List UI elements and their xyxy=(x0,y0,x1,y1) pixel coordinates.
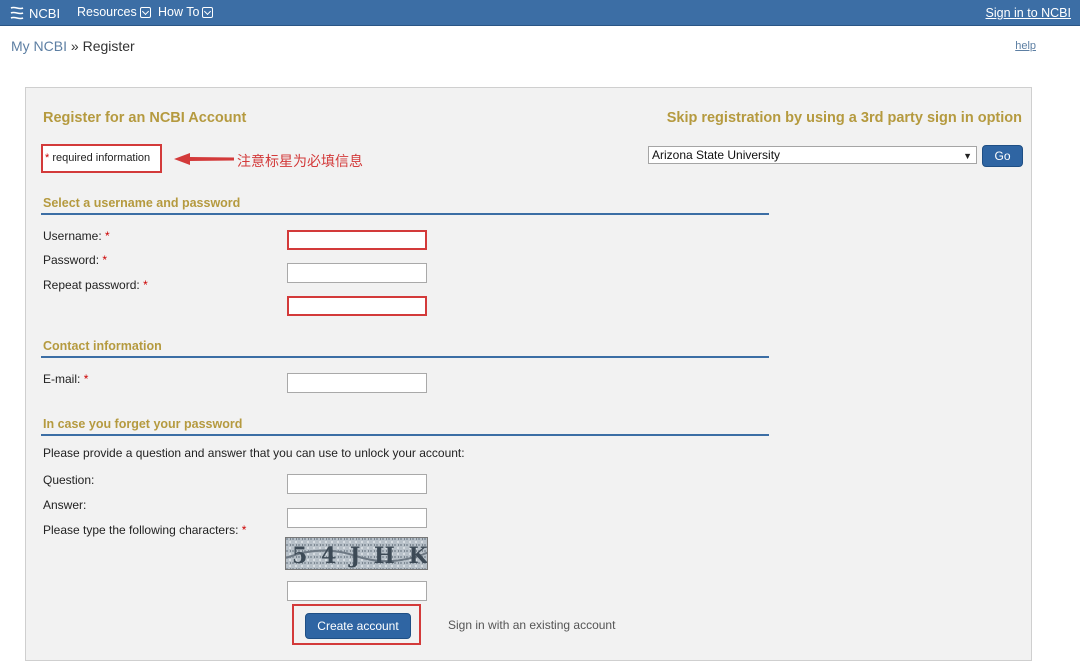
captcha-image: 5 4 J H K xyxy=(285,537,428,570)
required-info-text: required information xyxy=(49,152,151,164)
howto-menu[interactable]: How To xyxy=(158,5,214,19)
sign-in-link[interactable]: Sign in to NCBI xyxy=(986,6,1071,20)
annotation-arrow-icon xyxy=(174,153,234,165)
username-label-text: Username: xyxy=(43,229,102,243)
go-button[interactable]: Go xyxy=(982,145,1023,167)
help-link[interactable]: help xyxy=(1015,40,1036,52)
contact-section-title: Contact information xyxy=(43,339,162,353)
required-star: * xyxy=(241,523,247,537)
recovery-section-title: In case you forget your password xyxy=(43,417,243,431)
breadcrumb-current: Register xyxy=(82,38,135,54)
section-divider xyxy=(41,356,769,358)
section-divider xyxy=(41,213,769,215)
repeat-password-label-text: Repeat password: xyxy=(43,278,140,292)
breadcrumb: My NCBI » Register xyxy=(11,38,135,54)
password-label-text: Password: xyxy=(43,253,100,267)
password-label: Password: * xyxy=(43,253,107,267)
third-party-provider-value: Arizona State University xyxy=(652,148,781,162)
repeat-password-input[interactable] xyxy=(287,296,427,316)
email-input[interactable] xyxy=(287,373,427,393)
section-divider xyxy=(41,434,769,436)
credentials-section-title: Select a username and password xyxy=(43,196,241,210)
required-star: * xyxy=(83,372,89,386)
ncbi-helix-icon xyxy=(10,6,24,20)
captcha-label-text: Please type the following characters: xyxy=(43,523,239,537)
recovery-instructions: Please provide a question and answer tha… xyxy=(43,446,465,460)
third-party-title: Skip registration by using a 3rd party s… xyxy=(666,110,1022,126)
howto-menu-label: How To xyxy=(158,5,200,19)
email-label-text: E-mail: xyxy=(43,372,81,386)
password-input[interactable] xyxy=(287,263,427,283)
third-party-provider-select[interactable]: Arizona State University ▼ xyxy=(648,146,977,164)
chevron-down-icon xyxy=(202,6,214,18)
breadcrumb-my-ncbi[interactable]: My NCBI xyxy=(11,38,67,54)
answer-label: Answer: xyxy=(43,498,87,512)
breadcrumb-separator: » xyxy=(67,38,83,54)
sign-in-existing-link[interactable]: Sign in with an existing account xyxy=(448,618,615,632)
top-navigation-bar: NCBI Resources How To Sign in to NCBI xyxy=(0,0,1080,26)
required-info-note: * required information xyxy=(41,144,162,173)
registration-panel: Register for an NCBI Account Skip regist… xyxy=(25,87,1032,661)
captcha-input[interactable] xyxy=(287,581,427,601)
captcha-text: 5 4 J H K xyxy=(292,543,428,569)
answer-input[interactable] xyxy=(287,508,427,528)
dropdown-arrow-icon: ▼ xyxy=(963,151,972,161)
brand-name: NCBI xyxy=(29,5,61,21)
question-label: Question: xyxy=(43,473,95,487)
resources-menu[interactable]: Resources xyxy=(77,5,151,19)
required-star: * xyxy=(102,253,108,267)
resources-menu-label: Resources xyxy=(77,5,137,19)
required-star: * xyxy=(143,278,148,292)
username-label: Username: * xyxy=(43,229,110,243)
question-input[interactable] xyxy=(287,474,427,494)
username-input[interactable] xyxy=(287,230,427,250)
captcha-label: Please type the following characters: * xyxy=(43,523,246,537)
required-star: * xyxy=(105,229,110,243)
page-title: Register for an NCBI Account xyxy=(43,110,247,126)
ncbi-logo[interactable]: NCBI xyxy=(9,4,60,22)
annotation-text: 注意标星为必填信息 xyxy=(237,154,363,170)
email-label: E-mail: * xyxy=(43,372,88,386)
create-account-button[interactable]: Create account xyxy=(305,613,411,639)
repeat-password-label: Repeat password: * xyxy=(43,278,148,292)
chevron-down-icon xyxy=(139,6,151,18)
